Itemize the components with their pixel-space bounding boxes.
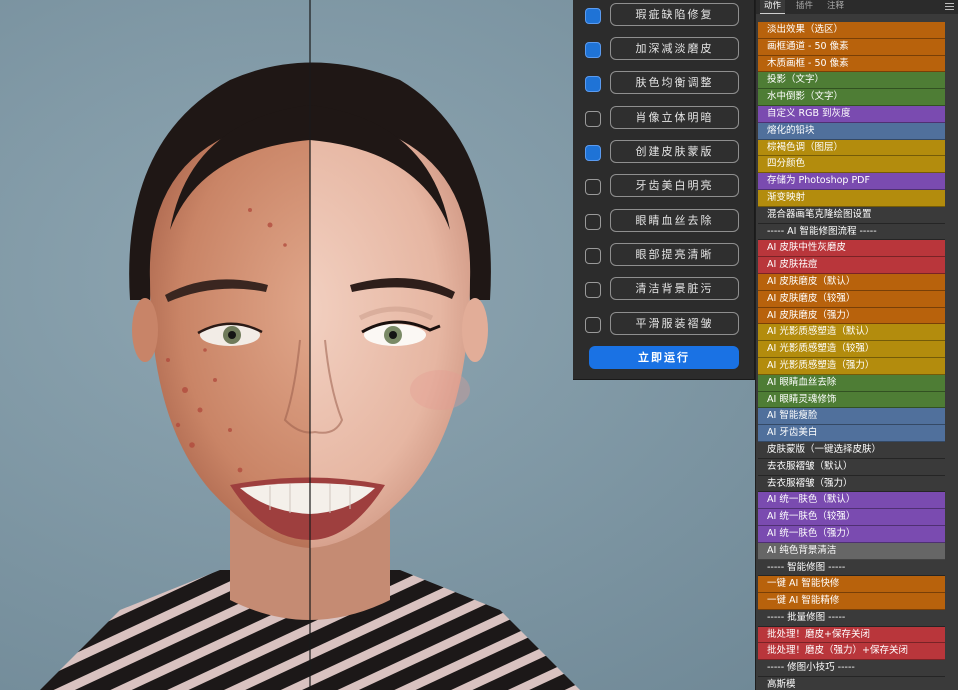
action-item[interactable]: 存储为 Photoshop PDF <box>758 173 945 190</box>
retouch-option-row: 清洁背景脏污 <box>573 277 755 303</box>
action-item[interactable]: AI 牙齿美白 <box>758 425 945 442</box>
retouch-option-checkbox[interactable] <box>585 42 601 58</box>
action-item[interactable]: 去衣服褶皱（强力） <box>758 475 945 493</box>
action-item[interactable]: AI 皮肤磨皮（强力） <box>758 307 945 325</box>
retouch-option-row: 牙齿美白明亮 <box>573 174 755 200</box>
action-item[interactable]: AI 统一肤色（较强） <box>758 509 945 526</box>
action-item[interactable]: AI 皮肤磨皮（默认） <box>758 273 945 291</box>
action-item[interactable]: 渐变映射 <box>758 189 945 207</box>
action-item[interactable]: AI 皮肤中性灰磨皮 <box>758 240 945 258</box>
action-item[interactable]: AI 皮肤祛痘 <box>758 257 945 274</box>
action-item[interactable]: 高斯模 <box>758 677 945 690</box>
action-item[interactable]: 去衣服褶皱（默认） <box>758 458 945 476</box>
retouch-option-checkbox[interactable] <box>585 214 601 230</box>
retouch-option-checkbox[interactable] <box>585 145 601 161</box>
scrollbar[interactable] <box>946 14 958 690</box>
action-item[interactable]: 自定义 RGB 到灰度 <box>758 105 945 123</box>
retouch-option-row: 创建皮肤蒙版 <box>573 140 755 166</box>
action-item[interactable]: AI 统一肤色（强力） <box>758 525 945 543</box>
retouch-option-row: 眼睛血丝去除 <box>573 209 755 235</box>
action-item[interactable]: 皮肤蒙版（一键选择皮肤） <box>758 441 945 459</box>
action-item[interactable]: ----- 批量修图 ----- <box>758 609 945 627</box>
retouch-option-button[interactable]: 清洁背景脏污 <box>610 277 739 300</box>
retouch-option-checkbox[interactable] <box>585 111 601 127</box>
retouch-option-button[interactable]: 平滑服装褶皱 <box>610 312 739 335</box>
tab-plugins[interactable]: 插件 <box>792 0 817 14</box>
action-item[interactable]: 木质画框 - 50 像素 <box>758 55 945 73</box>
action-item[interactable]: AI 眼睛灵魂修饰 <box>758 391 945 409</box>
retouch-option-checkbox[interactable] <box>585 317 601 333</box>
retouch-option-button[interactable]: 眼部提亮清晰 <box>610 243 739 266</box>
action-item[interactable]: AI 光影质感塑造（默认） <box>758 324 945 342</box>
retouch-option-button[interactable]: 肤色均衡调整 <box>610 71 739 94</box>
action-list: 淡出效果（选区） 画框通道 - 50 像素 木质画框 - 50 像素 投影（文字） 水中… <box>758 22 945 690</box>
action-item[interactable]: 一键 AI 智能精修 <box>758 593 945 610</box>
run-now-button[interactable]: 立即运行 <box>589 346 739 369</box>
action-item[interactable]: AI 智能瘦脸 <box>758 408 945 426</box>
retouch-option-row: 眼部提亮清晰 <box>573 243 755 269</box>
action-item[interactable]: 画框通道 - 50 像素 <box>758 38 945 56</box>
retouch-option-button[interactable]: 瑕疵缺陷修复 <box>610 3 739 26</box>
action-item[interactable]: 混合器画笔克隆绘图设置 <box>758 206 945 224</box>
action-item[interactable]: 批处理！磨皮（强力）+保存关闭 <box>758 643 945 661</box>
action-item[interactable]: AI 皮肤磨皮（较强） <box>758 290 945 308</box>
retouch-option-button[interactable]: 创建皮肤蒙版 <box>610 140 739 163</box>
action-item[interactable]: AI 纯色背景清洁 <box>758 542 945 560</box>
retouch-option-checkbox[interactable] <box>585 8 601 24</box>
action-item[interactable]: ----- 智能修图 ----- <box>758 559 945 577</box>
action-item[interactable]: 淡出效果（选区） <box>758 22 945 39</box>
action-item[interactable]: 棕褐色调（图层） <box>758 139 945 157</box>
action-item[interactable]: 水中倒影（文字） <box>758 89 945 106</box>
action-item[interactable]: ----- AI 智能修图流程 ----- <box>758 223 945 241</box>
retouch-options-panel: 瑕疵缺陷修复 加深减淡磨皮 肤色均衡调整 肖像立体明暗 创建皮肤蒙版 牙齿美白明亮 眼睛血丝… <box>573 0 755 380</box>
tab-notes[interactable]: 注释 <box>823 0 848 14</box>
action-item[interactable]: AI 光影质感塑造（强力） <box>758 357 945 375</box>
retouch-option-row: 瑕疵缺陷修复 <box>573 3 755 29</box>
retouch-option-row: 肖像立体明暗 <box>573 106 755 132</box>
retouch-option-row: 肤色均衡调整 <box>573 71 755 97</box>
retouch-option-button[interactable]: 眼睛血丝去除 <box>610 209 739 232</box>
actions-panel: 动作 插件 注释 淡出效果（选区） 画框通道 - 50 像素 木质画框 - 50 像素投… <box>755 0 958 690</box>
action-item[interactable]: 熔化的铅块 <box>758 122 945 140</box>
retouch-option-checkbox[interactable] <box>585 179 601 195</box>
action-item[interactable]: AI 眼睛血丝去除 <box>758 374 945 392</box>
action-item[interactable]: 投影（文字） <box>758 72 945 90</box>
action-item[interactable]: AI 统一肤色（默认） <box>758 492 945 510</box>
action-item[interactable]: ----- 修图小技巧 ----- <box>758 660 945 678</box>
tab-actions[interactable]: 动作 <box>760 0 786 14</box>
retouch-option-row: 平滑服装褶皱 <box>573 312 755 338</box>
retouch-option-button[interactable]: 加深减淡磨皮 <box>610 37 739 60</box>
retouch-option-button[interactable]: 牙齿美白明亮 <box>610 174 739 197</box>
action-item[interactable]: 批处理！磨皮+保存关闭 <box>758 626 945 644</box>
panel-tab-bar: 动作 插件 注释 <box>756 0 958 14</box>
retouch-option-checkbox[interactable] <box>585 248 601 264</box>
action-item[interactable]: 四分颜色 <box>758 156 945 174</box>
action-item[interactable]: AI 光影质感塑造（较强） <box>758 341 945 358</box>
panel-menu-icon[interactable] <box>945 1 954 12</box>
retouch-option-row: 加深减淡磨皮 <box>573 37 755 63</box>
action-item[interactable]: 一键 AI 智能快修 <box>758 576 945 594</box>
retouch-option-button[interactable]: 肖像立体明暗 <box>610 106 739 129</box>
retouch-option-checkbox[interactable] <box>585 76 601 92</box>
retouch-option-checkbox[interactable] <box>585 282 601 298</box>
